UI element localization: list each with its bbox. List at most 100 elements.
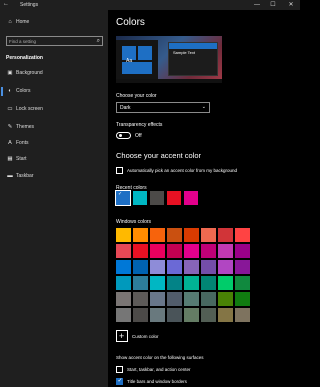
surface-titlebars-label: Title bars and window borders [127,379,187,384]
sidebar-item-taskbar[interactable]: ▬ Taskbar [0,171,108,183]
title-bar: ← Settings — ☐ ✕ [0,0,300,10]
maximize-icon[interactable]: ☐ [266,0,280,10]
sidebar-item-background[interactable]: ▣ Background [0,68,108,80]
sidebar-item-fonts[interactable]: A Fonts [0,138,108,150]
search-icon[interactable]: ⌕ [97,37,100,46]
search-input[interactable] [9,38,89,45]
windows-colors-grid [116,228,250,322]
selected-check-icon: ✓ [118,191,123,197]
windows-color-swatch[interactable] [218,292,233,306]
recent-color-swatch[interactable]: ✓ [115,190,131,206]
windows-color-swatch[interactable] [218,260,233,274]
auto-pick-checkbox[interactable] [116,167,123,174]
windows-color-swatch[interactable] [184,228,199,242]
windows-color-swatch[interactable] [184,308,199,322]
windows-colors-label: Windows colors [116,219,152,225]
windows-color-swatch[interactable] [167,228,182,242]
windows-color-swatch[interactable] [201,244,216,258]
windows-color-swatch[interactable] [167,308,182,322]
windows-color-swatch[interactable] [116,276,131,290]
surface-start-checkbox[interactable] [116,366,123,373]
windows-color-swatch[interactable] [133,308,148,322]
transparency-label: Transparency effects [116,122,163,128]
custom-color-button[interactable]: + [116,330,128,342]
auto-pick-label: Automatically pick an accent color from … [127,168,238,173]
windows-color-swatch[interactable] [201,260,216,274]
windows-color-swatch[interactable] [167,260,182,274]
minimize-icon[interactable]: — [250,0,264,10]
windows-color-swatch[interactable] [133,260,148,274]
back-arrow-icon[interactable]: ← [3,1,9,7]
windows-color-swatch[interactable] [201,292,216,306]
sidebar-item-start[interactable]: ▦ Start [0,154,108,166]
windows-color-swatch[interactable] [116,228,131,242]
transparency-toggle[interactable] [116,132,131,139]
windows-color-swatch[interactable] [184,260,199,274]
windows-color-swatch[interactable] [201,228,216,242]
monitor-icon: ▭ [7,106,13,112]
windows-color-swatch[interactable] [133,244,148,258]
windows-color-swatch[interactable] [150,244,165,258]
windows-color-swatch[interactable] [235,276,250,290]
windows-color-swatch[interactable] [235,260,250,274]
windows-color-swatch[interactable] [218,228,233,242]
page-title: Colors [116,17,145,28]
windows-color-swatch[interactable] [150,276,165,290]
windows-color-swatch[interactable] [150,308,165,322]
search-box: ⌕ [6,36,103,46]
windows-color-swatch[interactable] [167,292,182,306]
sidebar-item-label: Background [16,70,43,76]
main-content: Colors Aa Sample Text Choose your color … [108,10,300,387]
theme-preview: Aa Sample Text [116,36,222,83]
windows-color-swatch[interactable] [133,276,148,290]
recent-color-swatch[interactable] [133,191,147,205]
windows-color-swatch[interactable] [201,308,216,322]
windows-color-swatch[interactable] [167,276,182,290]
sidebar-item-colors[interactable]: ◐ Colors [0,86,108,98]
surfaces-label: Show accent color on the following surfa… [116,355,204,360]
windows-color-swatch[interactable] [235,308,250,322]
plus-icon: + [119,331,125,341]
sidebar-item-label: Taskbar [16,173,34,179]
windows-color-swatch[interactable] [218,276,233,290]
windows-color-swatch[interactable] [218,308,233,322]
windows-color-swatch[interactable] [235,292,250,306]
windows-color-swatch[interactable] [150,260,165,274]
section-heading: Personalization [6,55,43,61]
surface-titlebars-checkbox[interactable]: ✓ [116,378,123,385]
preview-sample-text: Sample Text [173,50,195,55]
windows-color-swatch[interactable] [133,292,148,306]
recent-color-swatch[interactable] [184,191,198,205]
windows-color-swatch[interactable] [184,244,199,258]
windows-color-swatch[interactable] [184,292,199,306]
windows-color-swatch[interactable] [218,244,233,258]
choose-color-dropdown[interactable]: Dark ⌄ [116,102,210,113]
preview-taskbar [116,79,222,83]
dropdown-value: Dark [120,105,131,111]
sidebar-item-lock-screen[interactable]: ▭ Lock screen [0,104,108,116]
windows-color-swatch[interactable] [201,276,216,290]
toggle-knob [118,134,122,137]
sidebar-item-home[interactable]: ⌂ Home [0,17,108,29]
windows-color-swatch[interactable] [133,228,148,242]
windows-color-swatch[interactable] [116,292,131,306]
windows-color-swatch[interactable] [116,308,131,322]
custom-color-label: Custom color [132,334,159,339]
sidebar-item-themes[interactable]: ✎ Themes [0,122,108,134]
taskbar-icon: ▬ [7,173,13,179]
recent-color-swatch[interactable] [150,191,164,205]
windows-color-swatch[interactable] [235,228,250,242]
windows-color-swatch[interactable] [235,244,250,258]
windows-color-swatch[interactable] [116,244,131,258]
windows-color-swatch[interactable] [150,292,165,306]
chevron-down-icon: ⌄ [201,104,206,110]
recent-color-swatch[interactable] [167,191,181,205]
transparency-state: Off [135,133,142,139]
windows-color-swatch[interactable] [184,276,199,290]
windows-color-swatch[interactable] [150,228,165,242]
active-indicator [1,87,3,96]
sidebar-item-label: Fonts [16,140,29,146]
windows-color-swatch[interactable] [167,244,182,258]
close-icon[interactable]: ✕ [284,0,298,10]
windows-color-swatch[interactable] [116,260,131,274]
